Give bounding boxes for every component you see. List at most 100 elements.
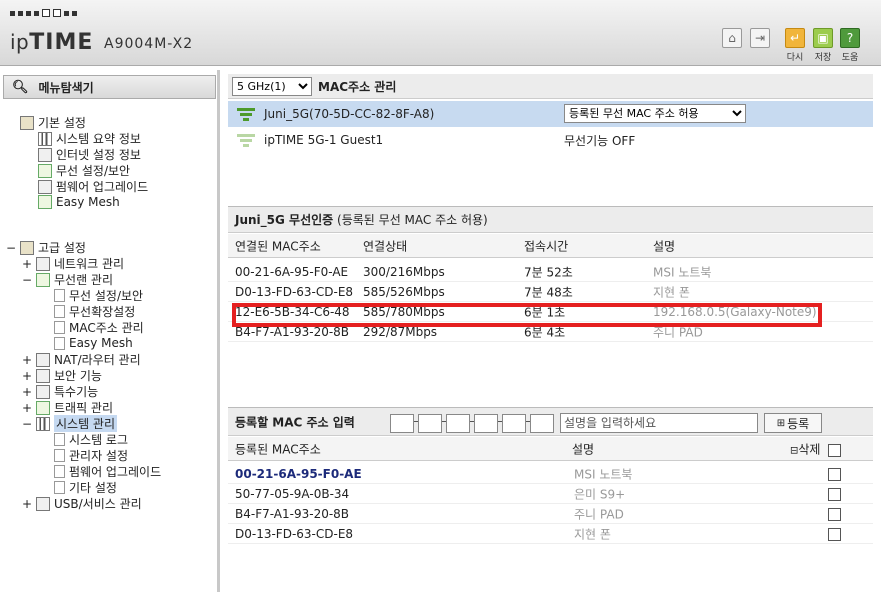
collapse-toggle[interactable]: − [6,241,16,255]
tree-special[interactable]: + 특수기능 [22,383,98,400]
desc-cell: 지현 폰 [653,285,690,299]
time-cell: 7분 52초 [524,265,573,279]
expand-toggle[interactable]: + [22,497,32,511]
tree-item-firmware[interactable]: 펌웨어 업그레이드 [38,178,148,195]
tree-label: 인터넷 설정 정보 [56,148,141,162]
tree-advanced-settings[interactable]: − 고급 설정 [6,239,86,256]
tree-label: 시스템 로그 [69,433,129,447]
status-cell: 585/526Mbps [363,284,445,299]
wifi-icon [38,163,52,178]
network-icon [36,256,50,271]
page-title: MAC주소 관리 [318,79,397,94]
tree-item-system-summary[interactable]: 시스템 요약 정보 [38,130,141,147]
col-time: 접속시간 [524,239,569,253]
delete-label: 삭제 [798,442,821,456]
mac-octet-input[interactable] [502,414,526,433]
tree-item-misc[interactable]: 기타 설정 [54,479,117,496]
folder-icon [20,240,34,255]
select-all-checkbox[interactable] [828,444,841,457]
mesh-icon [38,195,52,209]
col-status: 연결상태 [363,239,408,253]
mac-cell: B4-F7-A1-93-20-8B [235,506,350,521]
mac-octet-input[interactable] [446,414,470,433]
tree-item-system-log[interactable]: 시스템 로그 [54,431,128,448]
special-icon [36,384,50,399]
tree-security[interactable]: + 보안 기능 [22,367,102,384]
title-bar: 5 GHz(1) MAC주소 관리 [228,74,873,99]
ssid-row-active[interactable]: Juni_5G(70-5D-CC-82-8F-A8) 등록된 무선 MAC 주소… [228,101,873,127]
tree-label: 특수기능 [54,385,99,399]
row-checkbox[interactable] [828,468,841,481]
desc-cell: 주니 PAD [574,507,624,521]
monitor-icon [38,147,52,162]
tree-item-wireless-security[interactable]: 무선 설정/보안 [38,162,130,179]
tree-wireless-mgmt[interactable]: − 무선랜 관리 [22,271,113,288]
mac-policy-select[interactable]: 등록된 무선 MAC 주소 허용 [564,104,746,123]
auth-title-rest: (등록된 무선 MAC 주소 허용) [337,213,488,227]
tree-label: Easy Mesh [69,336,133,350]
ssid-row[interactable]: ipTIME 5G-1 Guest1 무선기능 OFF [228,127,873,153]
tree-label: 시스템 요약 정보 [56,132,141,146]
help-icon[interactable]: ? [840,28,860,48]
tree-item-easy-mesh-adv[interactable]: Easy Mesh [54,336,133,350]
expand-toggle[interactable]: + [22,385,32,399]
reload-label: 다시 [786,53,804,63]
save-icon[interactable]: ▣ [813,28,833,48]
mac-octet-input[interactable] [418,414,442,433]
registered-row: D0-13-FD-63-CD-E8 지현 폰 [228,524,873,544]
col-registered-mac: 등록된 MAC주소 [235,442,321,456]
row-checkbox[interactable] [828,508,841,521]
mac-octet-input[interactable] [530,414,554,433]
tree-usb-service[interactable]: + USB/서비스 관리 [22,495,142,512]
page-icon [54,289,65,302]
tree-traffic[interactable]: + 트래픽 관리 [22,399,113,416]
reload-icon[interactable]: ↵ [785,28,805,48]
auth-row: D0-13-FD-63-CD-E8 585/526Mbps 7분 48초 지현 … [228,282,873,302]
tree-nat-router[interactable]: + NAT/라우터 관리 [22,351,141,368]
auth-row: 00-21-6A-95-F0-AE 300/216Mbps 7분 52초 MSI… [228,262,873,282]
add-label: 등록 [787,416,810,431]
wifi-signal-icon [236,107,256,121]
tree-label: 무선랜 관리 [54,273,114,287]
tree-item-mac-mgmt[interactable]: MAC주소 관리 [54,319,144,336]
brand-logo: ipTIME [10,30,94,55]
expand-toggle[interactable]: + [22,353,32,367]
delete-header: ⊟삭제 [790,440,820,457]
status-cell: 300/216Mbps [363,264,445,279]
tree-item-wireless-settings[interactable]: 무선 설정/보안 [54,287,143,304]
page-icon [54,449,65,462]
mac-cell: D0-13-FD-63-CD-E8 [235,284,354,299]
expand-toggle[interactable]: + [22,401,32,415]
tree-item-internet-info[interactable]: 인터넷 설정 정보 [38,146,141,163]
tree-basic-settings[interactable]: 기본 설정 [20,114,86,131]
registered-row: B4-F7-A1-93-20-8B 주니 PAD [228,504,873,524]
tree-label: 무선 설정/보안 [56,164,131,178]
collapse-toggle[interactable]: − [22,417,32,431]
time-cell: 7분 48초 [524,285,573,299]
tree-system-mgmt[interactable]: − 시스템 관리 [22,415,118,432]
tree-label: 무선 설정/보안 [69,289,144,303]
add-button[interactable]: ⊞ 등록 [764,413,822,433]
home-icon[interactable]: ⌂ [722,28,742,48]
tree-label: 무선확장설정 [69,305,136,319]
row-checkbox[interactable] [828,528,841,541]
tree-network-mgmt[interactable]: + 네트워크 관리 [22,255,124,272]
ssid-status: 무선기능 OFF [564,133,636,148]
mac-octet-input[interactable] [474,414,498,433]
expand-toggle[interactable]: + [22,257,32,271]
register-bar: 등록할 MAC 주소 입력 설명을 입력하세요 ⊞ 등록 [228,407,873,436]
registered-table-header: 등록된 MAC주소 설명 ⊟삭제 [228,437,873,461]
expand-toggle[interactable]: + [22,369,32,383]
row-checkbox[interactable] [828,488,841,501]
lock-icon [36,368,50,383]
band-select[interactable]: 5 GHz(1) [232,76,312,96]
collapse-toggle[interactable]: − [22,273,32,287]
mac-octet-input[interactable] [390,414,414,433]
tree-item-admin[interactable]: 관리자 설정 [54,447,128,464]
description-input[interactable]: 설명을 입력하세요 [560,413,758,433]
logout-icon[interactable]: ⇥ [750,28,770,48]
tree-item-wireless-extend[interactable]: 무선확장설정 [54,303,135,320]
tree-item-firmware-adv[interactable]: 펌웨어 업그레이드 [54,463,161,480]
tree-item-easy-mesh[interactable]: Easy Mesh [38,195,120,209]
tree-label: 트래픽 관리 [54,401,114,415]
